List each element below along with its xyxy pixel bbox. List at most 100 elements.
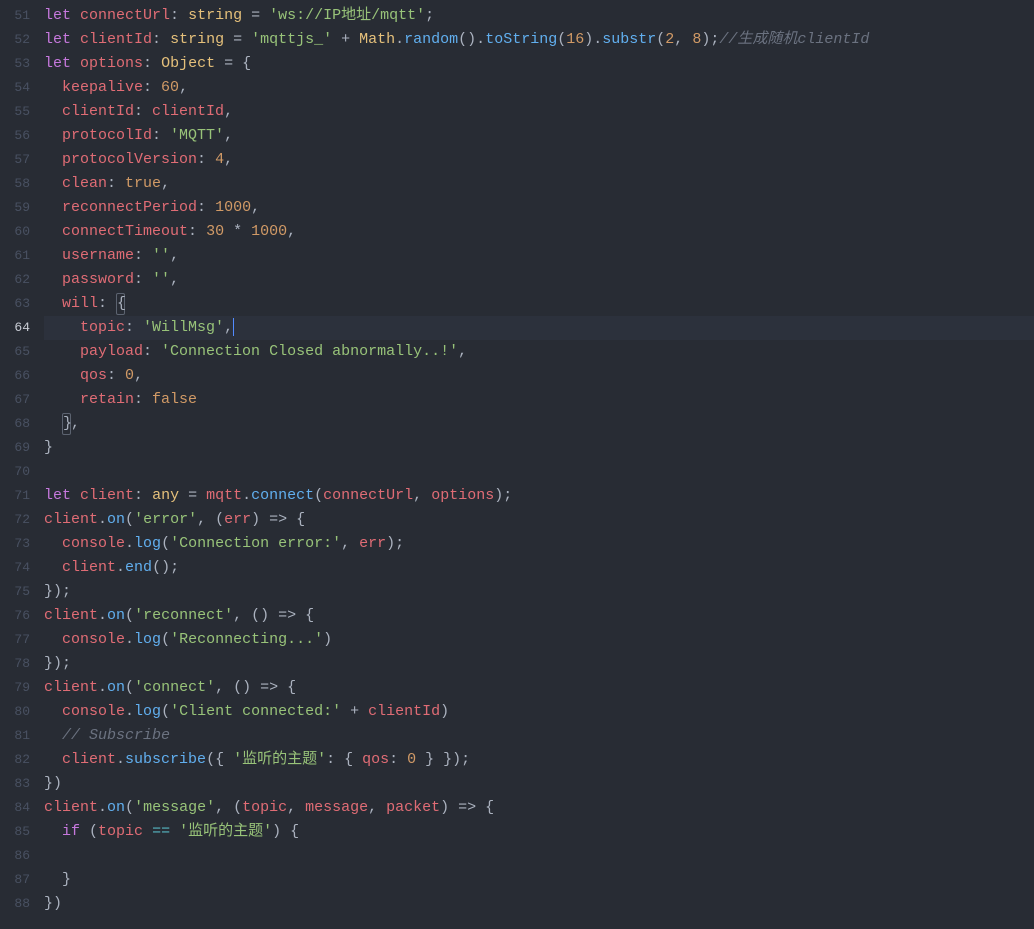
code-line[interactable]: }) — [44, 772, 1034, 796]
token-str: '' — [152, 271, 170, 288]
code-editor[interactable]: 5152535455565758596061626364656667686970… — [0, 4, 1034, 929]
code-line[interactable]: console.log('Connection error:', err); — [44, 532, 1034, 556]
token-num: 30 — [206, 223, 224, 240]
token-p: ); — [701, 31, 719, 48]
token-key: qos — [362, 751, 389, 768]
code-line[interactable]: // Subscribe — [44, 724, 1034, 748]
token-fn: on — [107, 679, 125, 696]
token-fn: log — [134, 631, 161, 648]
token-p: } }); — [416, 751, 470, 768]
code-line[interactable]: protocolId: 'MQTT', — [44, 124, 1034, 148]
token-num: 4 — [215, 151, 224, 168]
token-p: ({ — [206, 751, 233, 768]
code-line[interactable]: clientId: clientId, — [44, 100, 1034, 124]
token-obj: client — [44, 607, 98, 624]
token-arrow: ) => { — [440, 799, 494, 816]
token-colon: : — [152, 127, 170, 144]
code-line[interactable]: protocolVersion: 4, — [44, 148, 1034, 172]
code-line[interactable]: console.log('Reconnecting...') — [44, 628, 1034, 652]
token-eq: = { — [215, 55, 251, 72]
code-line[interactable]: retain: false — [44, 388, 1034, 412]
line-number: 76 — [0, 604, 30, 628]
token-dot: . — [395, 31, 404, 48]
code-line[interactable]: let options: Object = { — [44, 52, 1034, 76]
token-op: * — [224, 223, 251, 240]
code-line[interactable]: client.on('connect', () => { — [44, 676, 1034, 700]
code-line[interactable]: qos: 0, — [44, 364, 1034, 388]
token-arg: clientId — [368, 703, 440, 720]
token-var: username — [62, 247, 134, 264]
code-line[interactable]: if (topic == '监听的主题') { — [44, 820, 1034, 844]
token-close: } — [62, 871, 71, 888]
line-number: 75 — [0, 580, 30, 604]
code-line[interactable] — [44, 844, 1034, 868]
token-p: ( — [161, 631, 170, 648]
token-end: , — [224, 127, 233, 144]
token-comma: , ( — [215, 799, 242, 816]
line-number: 87 — [0, 868, 30, 892]
token-colon: : — [188, 223, 206, 240]
token-kw: let — [44, 7, 71, 24]
token-str: 'reconnect' — [134, 607, 233, 624]
code-line[interactable]: } — [44, 868, 1034, 892]
code-line[interactable]: client.subscribe({ '监听的主题': { qos: 0 } }… — [44, 748, 1034, 772]
code-line[interactable]: password: '', — [44, 268, 1034, 292]
token-fn: random — [404, 31, 458, 48]
token-arg: err — [359, 535, 386, 552]
token-var: clientId — [62, 103, 134, 120]
token-var: qos — [80, 367, 107, 384]
token-num: 8 — [692, 31, 701, 48]
token-bool: false — [152, 391, 197, 408]
token-comma: , () => { — [215, 679, 296, 696]
token-var: clientId — [80, 31, 152, 48]
token-p: ( — [125, 511, 134, 528]
line-number: 85 — [0, 820, 30, 844]
token-fn: end — [125, 559, 152, 576]
line-number: 88 — [0, 892, 30, 916]
code-line[interactable]: client.on('error', (err) => { — [44, 508, 1034, 532]
line-number: 74 — [0, 556, 30, 580]
code-line[interactable]: payload: 'Connection Closed abnormally..… — [44, 340, 1034, 364]
token-end: , — [287, 223, 296, 240]
code-line[interactable]: console.log('Client connected:' + client… — [44, 700, 1034, 724]
code-line[interactable]: client.on('reconnect', () => { — [44, 604, 1034, 628]
token-obj: client — [44, 511, 98, 528]
line-number: 69 — [0, 436, 30, 460]
code-line[interactable]: } — [44, 436, 1034, 460]
line-number: 53 — [0, 52, 30, 76]
code-line[interactable]: let client: any = mqtt.connect(connectUr… — [44, 484, 1034, 508]
code-line[interactable]: topic: 'WillMsg', — [44, 316, 1034, 340]
token-str: 'Connection error:' — [170, 535, 341, 552]
code-line[interactable]: client.end(); — [44, 556, 1034, 580]
code-line[interactable]: clean: true, — [44, 172, 1034, 196]
code-line[interactable] — [44, 460, 1034, 484]
token-fn: substr — [602, 31, 656, 48]
code-line[interactable]: }); — [44, 652, 1034, 676]
code-line[interactable]: }); — [44, 580, 1034, 604]
token-comma: , () => { — [233, 607, 314, 624]
token-num: 60 — [161, 79, 179, 96]
token-colon: : — [98, 295, 116, 312]
code-line[interactable]: reconnectPeriod: 1000, — [44, 196, 1034, 220]
token-dot: . — [125, 535, 134, 552]
code-line[interactable]: username: '', — [44, 244, 1034, 268]
token-str: 'Client connected:' — [170, 703, 341, 720]
line-number: 60 — [0, 220, 30, 244]
code-line[interactable]: client.on('message', (topic, message, pa… — [44, 796, 1034, 820]
code-line[interactable]: let clientId: string = 'mqttjs_' + Math.… — [44, 28, 1034, 52]
token-str: 'error' — [134, 511, 197, 528]
token-c2: , — [368, 799, 386, 816]
code-line[interactable]: connectTimeout: 30 * 1000, — [44, 220, 1034, 244]
token-var: topic — [98, 823, 143, 840]
token-eq: = — [224, 31, 251, 48]
code-line[interactable]: }) — [44, 892, 1034, 916]
line-number: 54 — [0, 76, 30, 100]
token-p: ( — [161, 703, 170, 720]
code-line[interactable]: let connectUrl: string = 'ws://IP地址/mqtt… — [44, 4, 1034, 28]
token-num: 16 — [566, 31, 584, 48]
code-area[interactable]: let connectUrl: string = 'ws://IP地址/mqtt… — [34, 4, 1034, 929]
token-end: , — [251, 199, 260, 216]
code-line[interactable]: }, — [44, 412, 1034, 436]
code-line[interactable]: keepalive: 60, — [44, 76, 1034, 100]
code-line[interactable]: will: { — [44, 292, 1034, 316]
